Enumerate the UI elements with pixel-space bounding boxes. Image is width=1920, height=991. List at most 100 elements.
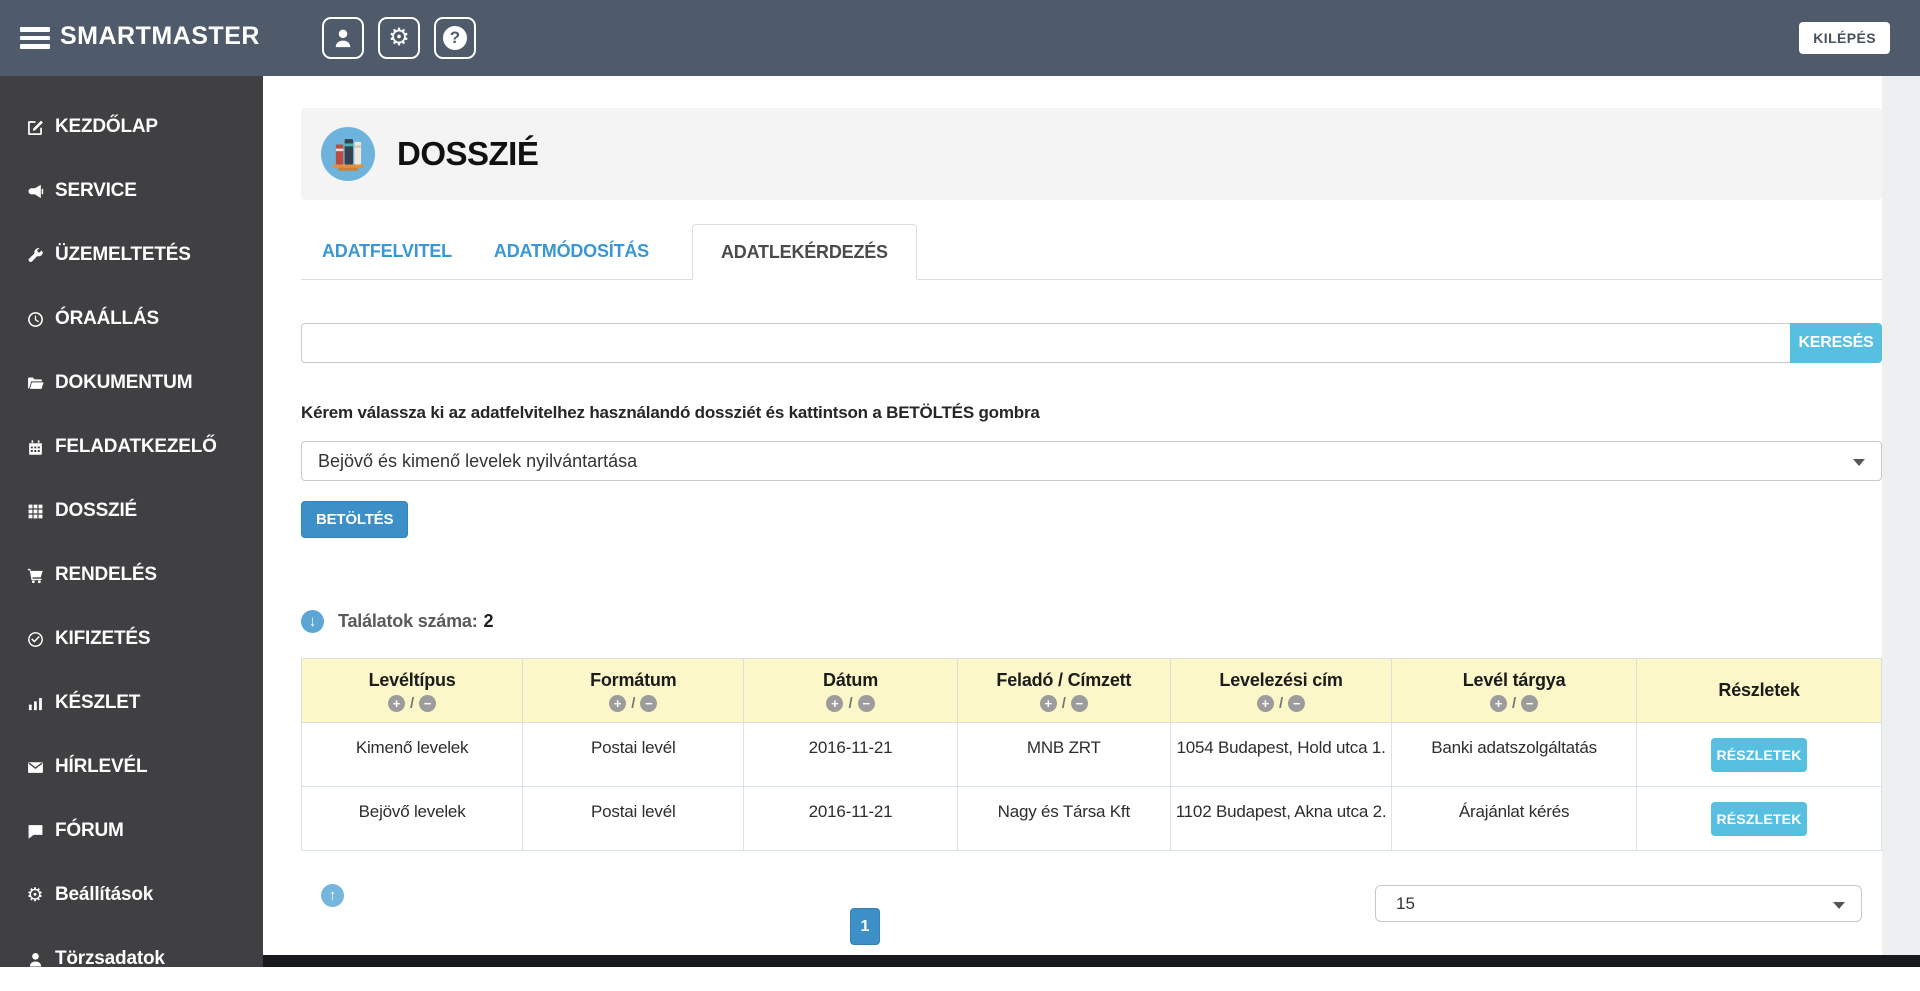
column-header-level-targya: Levél tárgya + / − [1391, 658, 1638, 723]
table-header-row: Levéltípus + / − Formátum + / − Dátum + / − Fe… [300, 658, 1882, 723]
cell-level-targya: Árajánlat kérés [1391, 786, 1638, 851]
column-header-reszletek: Részletek [1636, 658, 1882, 723]
user-icon [335, 29, 351, 48]
sort-desc-icon[interactable]: − [419, 694, 437, 712]
logout-button[interactable]: KILÉPÉS [1799, 22, 1890, 54]
sidebar-item-beallitasok[interactable]: ⚙ Beállítások [0, 863, 263, 927]
caret-down-icon [1833, 901, 1845, 909]
sort-asc-icon[interactable]: + [388, 694, 405, 712]
sidebar-item-label: ÜZEMELTETÉS [55, 244, 191, 265]
cell-felado-cimzett: Nagy és Társa Kft [956, 786, 1171, 851]
table-row: Kimenő levelek Postai levél 2016-11-21 M… [300, 722, 1882, 787]
column-header-levelezesi-cim: Levelezési cím + / − [1169, 658, 1393, 723]
user-button[interactable] [322, 17, 364, 59]
results-count: 2 [483, 611, 494, 631]
sidebar-item-oraallas[interactable]: ÓRAÁLLÁS [0, 287, 263, 351]
sort-desc-icon[interactable]: − [1070, 694, 1088, 712]
search-button[interactable]: KERESÉS [1790, 323, 1882, 363]
sidebar-item-label: KIFIZETÉS [55, 628, 151, 649]
cell-datum: 2016-11-21 [743, 722, 958, 787]
scrollbar-track[interactable] [1882, 76, 1920, 967]
page-size-value: 15 [1396, 893, 1415, 913]
page-title: DOSSZIÉ [397, 135, 539, 172]
cell-leveltipus: Bejövő levelek [300, 786, 524, 851]
settings-button[interactable]: ⚙ [378, 17, 420, 59]
sidebar-item-label: ÓRAÁLLÁS [55, 308, 159, 329]
shopping-cart-icon [24, 567, 46, 584]
dossier-select-value: Bejövő és kimenő levelek nyilvántartása [318, 450, 638, 471]
sidebar-item-uzemeltetes[interactable]: ÜZEMELTETÉS [0, 223, 263, 287]
tab-adatfelvitel[interactable]: ADATFELVITEL [301, 224, 473, 279]
search-row: KERESÉS [301, 323, 1882, 363]
sidebar-item-label: SERVICE [55, 180, 137, 201]
cell-datum: 2016-11-21 [743, 786, 958, 851]
sort-desc-icon[interactable]: − [1521, 694, 1539, 712]
sidebar-item-torzsadatok[interactable]: Törzsadatok [0, 927, 263, 991]
scroll-top-icon[interactable]: ↑ [321, 884, 344, 907]
gear-icon: ⚙ [26, 884, 44, 906]
main-content: DOSSZIÉ ADATFELVITEL ADATMÓDOSÍTÁS ADATL… [263, 76, 1920, 967]
dossier-books-icon [321, 127, 375, 181]
instruction-text: Kérem válassza ki az adatfelvitelhez has… [301, 403, 1040, 422]
gear-icon: ⚙ [388, 24, 410, 51]
sidebar-item-feladatkezelo[interactable]: FELADATKEZELŐ [0, 415, 263, 479]
sort-asc-icon[interactable]: + [1490, 694, 1508, 712]
sort-desc-icon[interactable]: − [857, 694, 875, 712]
table-row: Bejövő levelek Postai levél 2016-11-21 N… [300, 786, 1882, 851]
sidebar-item-label: DOKUMENTUM [55, 372, 193, 393]
sidebar-item-hirlevel[interactable]: HÍRLEVÉL [0, 735, 263, 799]
folder-open-icon [24, 375, 46, 392]
sidebar-item-rendeles[interactable]: RENDELÉS [0, 543, 263, 607]
search-input[interactable] [301, 323, 1790, 363]
scroll-down-icon[interactable]: ↓ [301, 610, 324, 633]
sidebar-item-forum[interactable]: FÓRUM [0, 799, 263, 863]
sidebar-item-kifizetes[interactable]: KIFIZETÉS [0, 607, 263, 671]
load-button[interactable]: BETÖLTÉS [301, 501, 409, 538]
column-header-datum: Dátum + / − [743, 658, 958, 723]
top-header-bar: SMARTMASTER ⚙ ? KILÉPÉS [0, 0, 1920, 76]
page-size-select[interactable]: 15 [1375, 885, 1862, 922]
footer-bar [263, 955, 1920, 967]
pagination-page-button[interactable]: 1 [850, 908, 880, 945]
question-icon: ? [443, 26, 467, 50]
page-header-panel: DOSSZIÉ [301, 108, 1882, 200]
sidebar-item-dosszie[interactable]: DOSSZIÉ [0, 479, 263, 543]
cell-formatum: Postai levél [522, 722, 745, 787]
details-button[interactable]: RÉSZLETEK [1711, 802, 1808, 836]
sort-asc-icon[interactable]: + [1039, 694, 1057, 712]
sort-asc-icon[interactable]: + [609, 694, 627, 712]
pencil-square-icon [24, 119, 46, 136]
sort-asc-icon[interactable]: + [1256, 694, 1274, 712]
tab-adatlekerdezes[interactable]: ADATLEKÉRDEZÉS [691, 224, 917, 280]
results-summary: ↓ Találatok száma: 2 [301, 610, 1882, 633]
tab-bar: ADATFELVITEL ADATMÓDOSÍTÁS ADATLEKÉRDEZÉ… [301, 224, 1882, 280]
clock-icon [24, 311, 46, 328]
results-table: Levéltípus + / − Formátum + / − Dátum + / − Fe… [300, 658, 1882, 851]
sidebar-item-service[interactable]: SERVICE [0, 159, 263, 223]
sort-asc-icon[interactable]: + [826, 694, 844, 712]
sidebar-item-label: DOSSZIÉ [55, 500, 138, 521]
sidebar-item-label: Beállítások [55, 884, 154, 905]
dossier-select[interactable]: Bejövő és kimenő levelek nyilvántartása [301, 441, 1882, 481]
sidebar-item-kezdolap[interactable]: KEZDŐLAP [0, 95, 263, 159]
results-label: Találatok száma: [338, 611, 478, 631]
sidebar-item-label: FELADATKEZELŐ [55, 436, 217, 457]
bar-chart-icon [24, 695, 46, 712]
sidebar-item-label: HÍRLEVÉL [55, 756, 148, 777]
menu-toggle-icon[interactable] [20, 27, 50, 49]
cell-formatum: Postai levél [522, 786, 745, 851]
user-icon [24, 951, 46, 968]
sort-desc-icon[interactable]: − [1288, 694, 1306, 712]
tab-adatmodositas[interactable]: ADATMÓDOSÍTÁS [473, 224, 670, 279]
details-button[interactable]: RÉSZLETEK [1711, 738, 1808, 772]
sidebar-item-label: RENDELÉS [55, 564, 157, 585]
sort-desc-icon[interactable]: − [640, 694, 658, 712]
cell-levelezesi-cim: 1102 Budapest, Akna utca 2. [1169, 786, 1393, 851]
column-header-leveltipus: Levéltípus + / − [300, 658, 524, 723]
sidebar-item-keszlet[interactable]: KÉSZLET [0, 671, 263, 735]
cell-leveltipus: Kimenő levelek [300, 722, 524, 787]
bullhorn-icon [24, 183, 46, 200]
help-button[interactable]: ? [434, 17, 476, 59]
column-header-felado-cimzett: Feladó / Címzett + / − [956, 658, 1171, 723]
sidebar-item-dokumentum[interactable]: DOKUMENTUM [0, 351, 263, 415]
